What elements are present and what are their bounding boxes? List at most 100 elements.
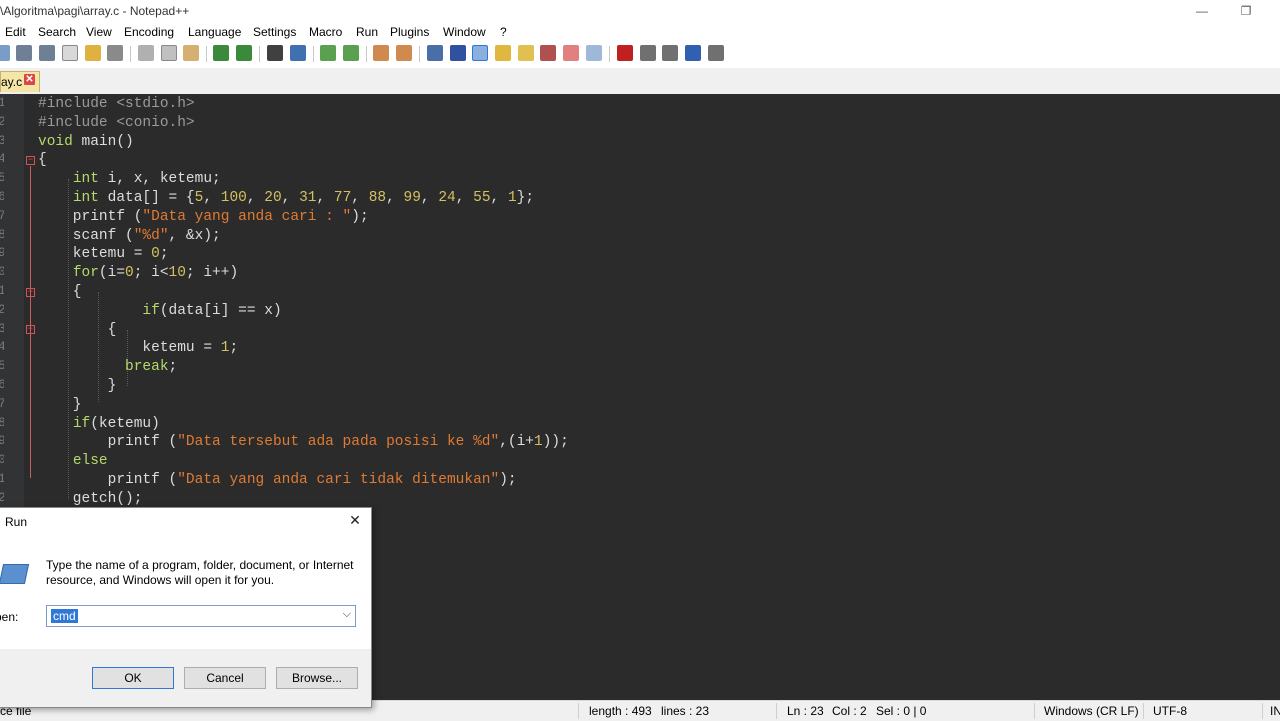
status-column: Col : 2 [832,704,867,718]
line-number: 6 [0,189,4,204]
line-number: 7 [0,396,4,411]
zoom-in-icon[interactable] [320,45,336,61]
stop-macro-icon[interactable] [640,45,656,61]
save-icon[interactable] [16,45,32,61]
menu-edit[interactable]: Edit [5,25,26,39]
code-token: if [142,303,160,319]
menu-search[interactable]: Search [38,25,76,39]
save-all-icon[interactable] [39,45,55,61]
code-line: } [38,396,82,415]
sync-vertical-icon[interactable] [373,45,389,61]
code-line: { [38,283,82,302]
save-macro-icon[interactable] [708,45,724,61]
cancel-button[interactable]: Cancel [184,667,266,689]
code-line: scanf ("%d", &x); [38,227,221,246]
find-icon[interactable] [267,45,283,61]
replace-icon[interactable] [290,45,306,61]
code-token: 77 [333,190,352,206]
cut-icon[interactable] [138,45,154,61]
menu-help[interactable]: ? [500,25,507,39]
restore-button[interactable]: ❐ [1223,0,1269,22]
run-program-icon [0,564,30,584]
zoom-out-icon[interactable] [343,45,359,61]
code-token: , [203,190,221,206]
record-macro-icon[interactable] [617,45,633,61]
function-list-icon[interactable] [540,45,556,61]
undo-icon[interactable] [213,45,229,61]
monitoring-icon[interactable] [586,45,602,61]
code-token: 20 [264,190,282,206]
new-file-icon[interactable] [0,45,10,61]
chevron-down-icon[interactable]: ⌵ [343,608,351,621]
folder-workspace-icon[interactable] [563,45,579,61]
status-line: Ln : 23 [787,704,824,718]
ok-button[interactable]: OK [92,667,174,689]
line-number: 2 [0,490,4,505]
close-all-icon[interactable] [85,45,101,61]
code-line: if(data[i] == x) [38,302,282,321]
close-icon[interactable]: ✕ [348,513,362,527]
code-token: "Data yang anda cari : " [142,209,352,225]
menu-plugins[interactable]: Plugins [390,25,429,39]
code-token: 88 [368,190,387,206]
fold-toggle-icon[interactable]: − [26,288,35,297]
indent-guide-icon[interactable] [472,45,488,61]
status-encoding[interactable]: UTF-8 [1153,704,1187,718]
code-token: } [38,397,82,413]
minimize-button[interactable]: — [1179,0,1225,22]
copy-icon[interactable] [161,45,177,61]
menu-run[interactable]: Run [356,25,378,39]
menu-view[interactable]: View [86,25,112,39]
code-line: } [38,377,117,396]
code-token: ketemu = [38,340,221,356]
code-token: int [72,171,99,187]
open-combobox[interactable]: cmd ⌵ [46,605,356,627]
code-token: , [490,190,508,206]
code-token: getch(); [38,491,143,507]
code-token: main() [72,134,134,150]
code-token: else [72,453,108,469]
code-token: } [38,378,117,394]
run-macro-multiple-icon[interactable] [685,45,701,61]
show-all-chars-icon[interactable] [450,45,466,61]
play-macro-icon[interactable] [662,45,678,61]
code-token: (i= [98,265,126,281]
title-bar: \Algoritma\pagi\array.c - Notepad++ — ❐ [0,0,1280,22]
tab-array-c[interactable]: ay.c ✕ [0,71,40,92]
code-token: break [125,359,169,375]
status-lines: lines : 23 [661,704,710,718]
run-dialog: Run ✕ Type the name of a program, folder… [0,507,372,708]
status-eol[interactable]: Windows (CR LF) [1044,704,1139,718]
code-token: #include <stdio.h> [38,96,195,112]
browse-button[interactable]: Browse... [276,667,358,689]
close-file-icon[interactable] [62,45,78,61]
paste-icon[interactable] [183,45,199,61]
menu-settings[interactable]: Settings [253,25,296,39]
code-token: (data[i] == x) [159,303,282,319]
tab-close-icon[interactable]: ✕ [24,74,35,85]
code-token: , [455,190,474,206]
fold-toggle-icon[interactable]: − [26,156,35,165]
menu-encoding[interactable]: Encoding [124,25,174,39]
word-wrap-icon[interactable] [427,45,443,61]
menu-window[interactable]: Window [443,25,486,39]
doc-map-icon[interactable] [518,45,534,61]
menu-macro[interactable]: Macro [309,25,342,39]
print-icon[interactable] [107,45,123,61]
code-token: printf ( [38,472,178,488]
sync-horizontal-icon[interactable] [396,45,412,61]
code-token: { [38,322,117,338]
redo-icon[interactable] [236,45,252,61]
code-token: ); [351,209,369,225]
code-token: ; [168,359,178,375]
code-line: for(i=0; i<10; i++) [38,264,238,283]
menu-bar: Edit Search View Encoding Language Setti… [0,22,1280,42]
menu-language[interactable]: Language [188,25,241,39]
code-token: printf ( [38,209,143,225]
fold-toggle-icon[interactable]: − [26,325,35,334]
open-input[interactable]: cmd [51,609,78,623]
code-token: i, x, ketemu; [98,171,221,187]
code-token: 10 [168,265,186,281]
code-line: { [38,151,47,170]
language-icon[interactable] [495,45,511,61]
